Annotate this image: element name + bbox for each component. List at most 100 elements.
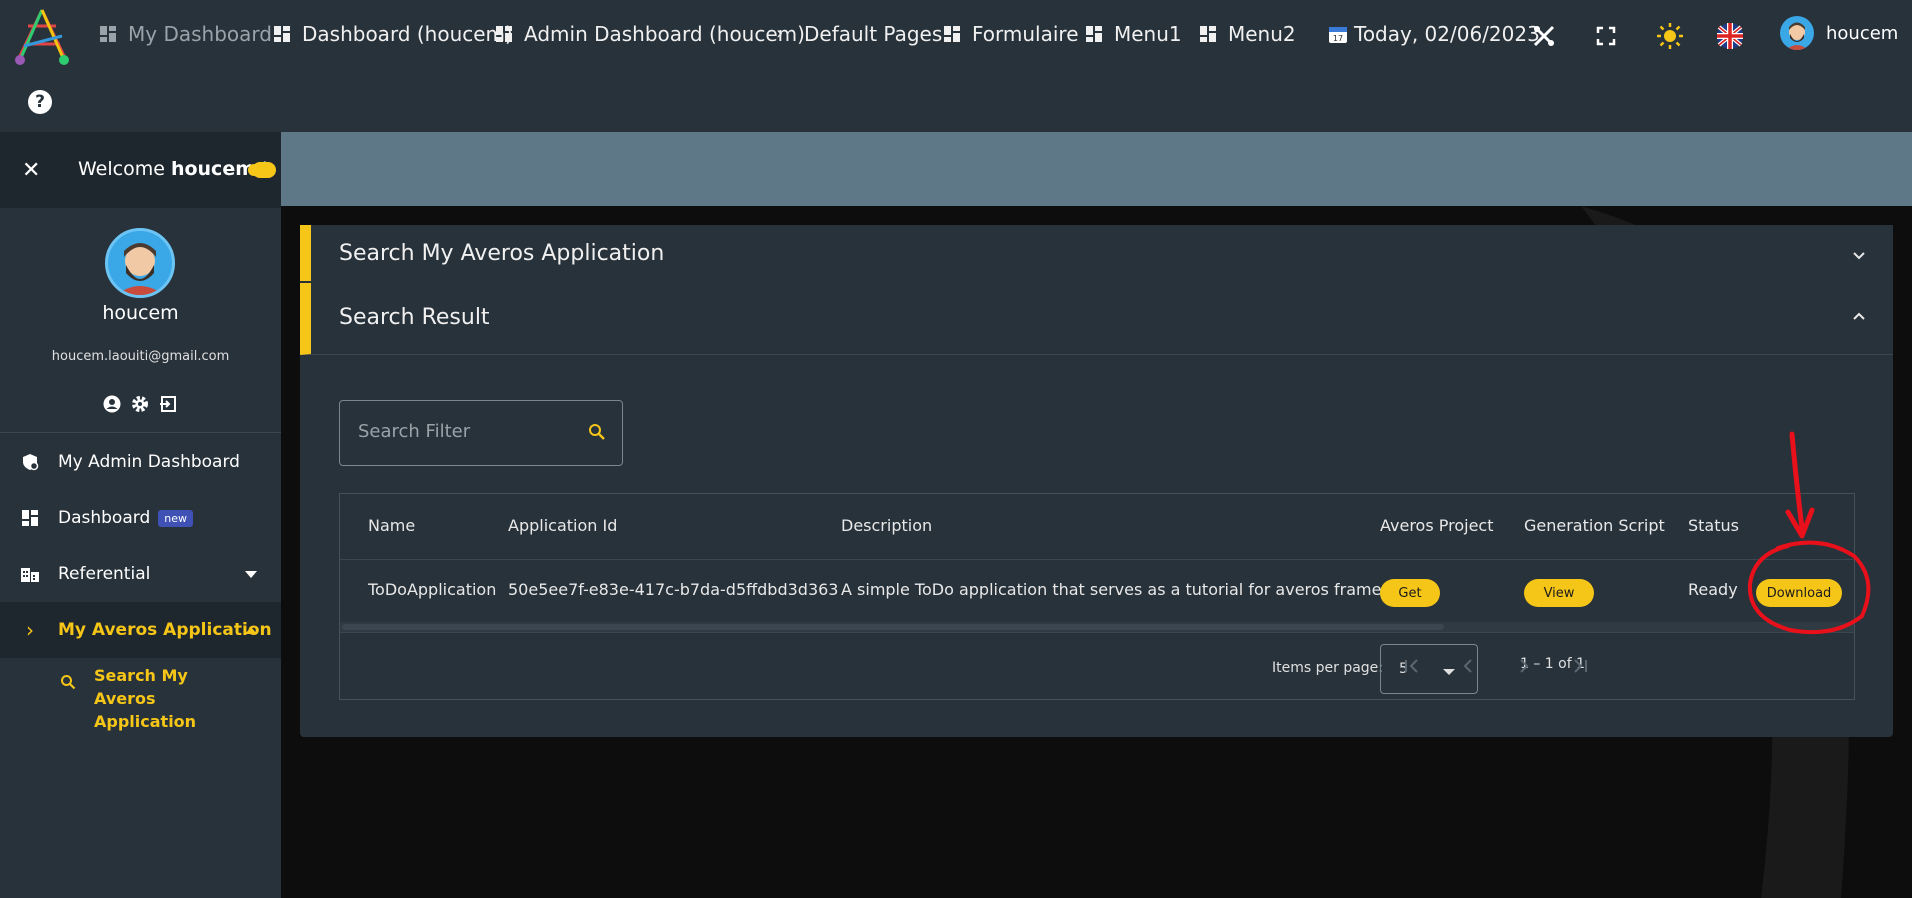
dashboard-icon [944, 26, 960, 42]
sidebar-item-referential[interactable]: Referential [0, 546, 281, 602]
sidebar-item-label: Referential [58, 564, 151, 584]
profile-email: houcem.laouiti@gmail.com [51, 349, 230, 364]
nav-dashboard-houcem[interactable]: Dashboard (houcem) [274, 16, 513, 52]
profile-username: houcem [102, 302, 179, 324]
nav-admin-dashboard[interactable]: Admin Dashboard (houcem) [496, 16, 805, 52]
tools-icon[interactable] [1528, 20, 1560, 52]
search-icon[interactable] [588, 423, 606, 441]
nav-menu1[interactable]: Menu1 [1086, 16, 1182, 52]
sidebar: ✕ Welcome houcem ! houcem houcem.laouiti… [0, 132, 281, 898]
sidebar-subitem-search-my-averos-application[interactable]: Search My Averos Application [0, 660, 281, 731]
cell-application-id: 50e5ee7f-e83e-417c-b7da-d5ffdbd3d363 [508, 580, 839, 599]
nav-label: Formulaire [972, 22, 1079, 46]
welcome-name: houcem [170, 158, 256, 180]
fullscreen-icon[interactable] [1590, 20, 1622, 52]
avatar [1780, 16, 1814, 50]
horizontal-scrollbar[interactable] [340, 622, 1854, 632]
account-icon[interactable] [102, 394, 122, 414]
sidebar-item-label: Dashboard new [58, 508, 193, 528]
search-input[interactable] [358, 421, 578, 442]
dashboard-icon [1200, 26, 1216, 42]
uk-flag-icon[interactable] [1714, 20, 1746, 52]
dashboard-icon [496, 26, 512, 42]
admin-dashboard-icon [20, 452, 40, 472]
annotation-arrow-circle [1747, 431, 1871, 635]
column-header-averos-project[interactable]: Averos Project [1380, 516, 1494, 535]
user-name: houcem [1826, 22, 1899, 44]
sidebar-item-label-text: Dashboard [58, 508, 151, 528]
caret-up-icon [245, 626, 257, 634]
nav-default-pages[interactable]: › Default Pages [776, 16, 942, 52]
new-badge: new [158, 509, 193, 527]
calendar-icon: 17 [1329, 27, 1347, 43]
paginator-divider [340, 632, 1854, 633]
nav-menu2[interactable]: Menu2 [1200, 16, 1296, 52]
caret-down-icon [245, 570, 257, 578]
date-text: Today, 02/06/2023 [1354, 22, 1540, 46]
sidebar-header: ✕ Welcome houcem ! [0, 132, 281, 208]
nav-label: Menu2 [1228, 22, 1296, 46]
svg-text:17: 17 [1333, 34, 1343, 43]
date-display: 17 Today, 02/06/2023 [1328, 16, 1540, 52]
dashboard-icon [100, 26, 116, 42]
sidebar-item-label: My Averos Application [58, 620, 272, 640]
column-header-application-id[interactable]: Application Id [508, 516, 617, 535]
help-icon[interactable]: ? [28, 90, 52, 114]
gear-icon[interactable] [130, 394, 150, 414]
sidebar-toggle[interactable] [248, 162, 276, 178]
sidebar-item-label: My Admin Dashboard [58, 452, 240, 472]
chevron-up-icon [1853, 312, 1865, 320]
view-script-button[interactable]: View [1524, 579, 1594, 607]
column-header-generation-script[interactable]: Generation Script [1524, 516, 1665, 535]
header-divider [340, 559, 1854, 560]
cell-name: ToDoApplication [368, 580, 497, 599]
nav-label: Dashboard (houcem) [302, 22, 513, 46]
cell-description: A simple ToDo application that serves as… [841, 580, 1421, 599]
nav-formulaire[interactable]: Formulaire [944, 16, 1079, 52]
result-panel-header[interactable]: Search Result [300, 283, 1893, 355]
next-page-icon[interactable] [1512, 654, 1536, 678]
sidebar-subitem-label: Search My Averos Application [94, 666, 197, 731]
logout-icon[interactable] [158, 394, 178, 414]
column-header-description[interactable]: Description [841, 516, 932, 535]
chevron-right-icon: › [26, 618, 34, 642]
nav-label: My Dashboard [128, 22, 272, 46]
top-navbar: My Dashboard Dashboard (houcem) Admin Da… [0, 0, 1912, 132]
close-icon[interactable]: ✕ [22, 158, 40, 183]
chevron-down-icon [1853, 252, 1865, 260]
chevron-right-icon: › [776, 23, 784, 44]
sidebar-item-my-averos-application[interactable]: › My Averos Application [0, 602, 281, 658]
welcome-text: Welcome houcem ! [78, 158, 269, 180]
dashboard-icon [274, 26, 290, 42]
dropdown-arrow-icon [1443, 669, 1455, 675]
nav-label: Menu1 [1114, 22, 1182, 46]
previous-page-icon[interactable] [1456, 654, 1480, 678]
results-table: Name Application Id Description Averos P… [339, 493, 1855, 700]
column-header-name[interactable]: Name [368, 516, 415, 535]
user-menu[interactable]: houcem [1780, 16, 1898, 50]
result-panel-title: Search Result [339, 305, 490, 330]
profile-actions [102, 394, 178, 414]
last-page-icon[interactable] [1568, 654, 1592, 678]
first-page-icon[interactable] [1400, 654, 1424, 678]
sidebar-item-my-admin-dashboard[interactable]: My Admin Dashboard [0, 434, 281, 490]
avatar [105, 228, 175, 298]
get-project-button[interactable]: Get [1380, 579, 1440, 607]
welcome-prefix: Welcome [78, 158, 171, 180]
sun-icon[interactable] [1654, 20, 1686, 52]
page-banner [281, 132, 1912, 206]
nav-label: Default Pages [804, 22, 943, 46]
dashboard-icon [1086, 26, 1102, 42]
sidebar-divider [0, 432, 281, 433]
averos-logo-icon[interactable] [8, 6, 76, 66]
scrollbar-thumb[interactable] [342, 624, 1444, 630]
nav-my-dashboard[interactable]: My Dashboard [100, 16, 272, 52]
sidebar-item-dashboard[interactable]: Dashboard new [0, 490, 281, 546]
search-panel-title: Search My Averos Application [339, 241, 665, 266]
search-filter-field[interactable] [339, 400, 623, 466]
search-icon [60, 674, 76, 694]
referential-icon [20, 564, 40, 584]
items-per-page-label: Items per page: [1272, 660, 1384, 676]
search-panel-header[interactable]: Search My Averos Application [300, 225, 1893, 281]
dashboard-icon [20, 508, 40, 528]
